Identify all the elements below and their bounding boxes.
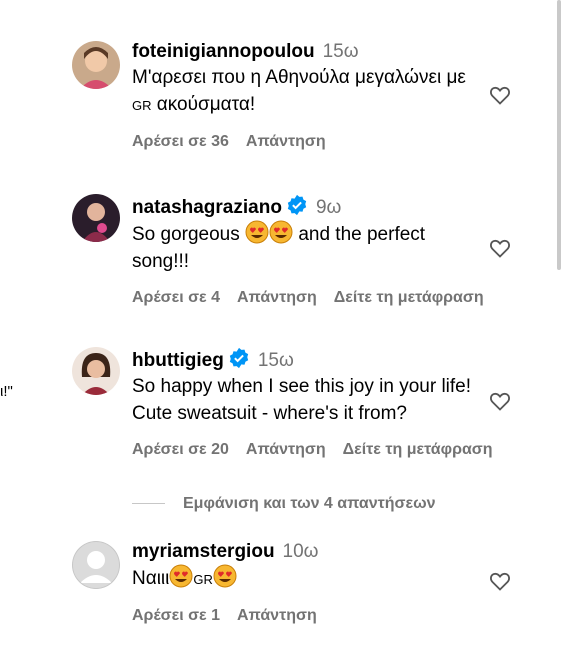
view-replies-button[interactable]: Εμφάνιση και των 4 απαντήσεων: [132, 495, 436, 513]
heart-outline-icon[interactable]: [487, 389, 513, 413]
heart-outline-icon[interactable]: [487, 83, 513, 107]
comment-text: Ναιιι GR: [132, 564, 472, 593]
heart-outline-icon[interactable]: [487, 236, 513, 260]
comment-timestamp[interactable]: 15ω: [323, 41, 359, 62]
reply-button[interactable]: Απάντηση: [237, 607, 317, 624]
scrollbar[interactable]: [557, 0, 561, 270]
comment-username[interactable]: natashagraziano: [132, 197, 282, 218]
avatar[interactable]: [72, 347, 120, 395]
comment-username[interactable]: myriamstergiou: [132, 541, 275, 562]
likes-count[interactable]: Αρέσει σε 4: [132, 289, 220, 306]
divider: [132, 503, 165, 505]
translate-button[interactable]: Δείτε τη μετάφραση: [334, 289, 484, 306]
verified-badge-icon: [287, 194, 307, 216]
reply-button[interactable]: Απάντηση: [237, 289, 317, 306]
heart-eyes-emoji-icon: [213, 564, 237, 588]
avatar[interactable]: [72, 41, 120, 89]
comment-text: So gorgeous and the perfect song!!!: [132, 220, 472, 275]
avatar[interactable]: [72, 541, 120, 589]
comment-timestamp[interactable]: 10ω: [283, 541, 319, 562]
comment-meta: Αρέσει σε 20 Απάντηση Δείτε τη μετάφραση: [132, 441, 493, 459]
reply-button[interactable]: Απάντηση: [246, 133, 326, 150]
likes-count[interactable]: Αρέσει σε 20: [132, 441, 229, 458]
comment-username[interactable]: hbuttigieg: [132, 350, 224, 371]
likes-count[interactable]: Αρέσει σε 1: [132, 607, 220, 624]
translate-button[interactable]: Δείτε τη μετάφραση: [343, 441, 493, 458]
comment-text: Μ'αρεσει που η Αθηνούλα μεγαλώνει με GR …: [132, 67, 466, 115]
left-panel-fragment: ι!": [0, 383, 13, 400]
heart-eyes-emoji-icon: [269, 220, 293, 244]
heart-eyes-emoji-icon: [169, 564, 193, 588]
comment-meta: Αρέσει σε 4 Απάντηση Δείτε τη μετάφραση: [132, 289, 484, 307]
reply-button[interactable]: Απάντηση: [246, 441, 326, 458]
heart-outline-icon[interactable]: [487, 569, 513, 593]
comment-timestamp[interactable]: 15ω: [258, 350, 294, 371]
heart-eyes-emoji-icon: [245, 220, 269, 244]
comment-meta: Αρέσει σε 1 Απάντηση: [132, 607, 472, 625]
comment-meta: Αρέσει σε 36 Απάντηση: [132, 133, 472, 151]
comment-timestamp[interactable]: 9ω: [316, 197, 341, 218]
comment-username[interactable]: foteinigiannopoulou: [132, 41, 315, 62]
comment-text: So happy when I see this joy in your lif…: [132, 376, 472, 424]
verified-badge-icon: [229, 347, 248, 369]
likes-count[interactable]: Αρέσει σε 36: [132, 133, 229, 150]
avatar[interactable]: [72, 194, 120, 242]
